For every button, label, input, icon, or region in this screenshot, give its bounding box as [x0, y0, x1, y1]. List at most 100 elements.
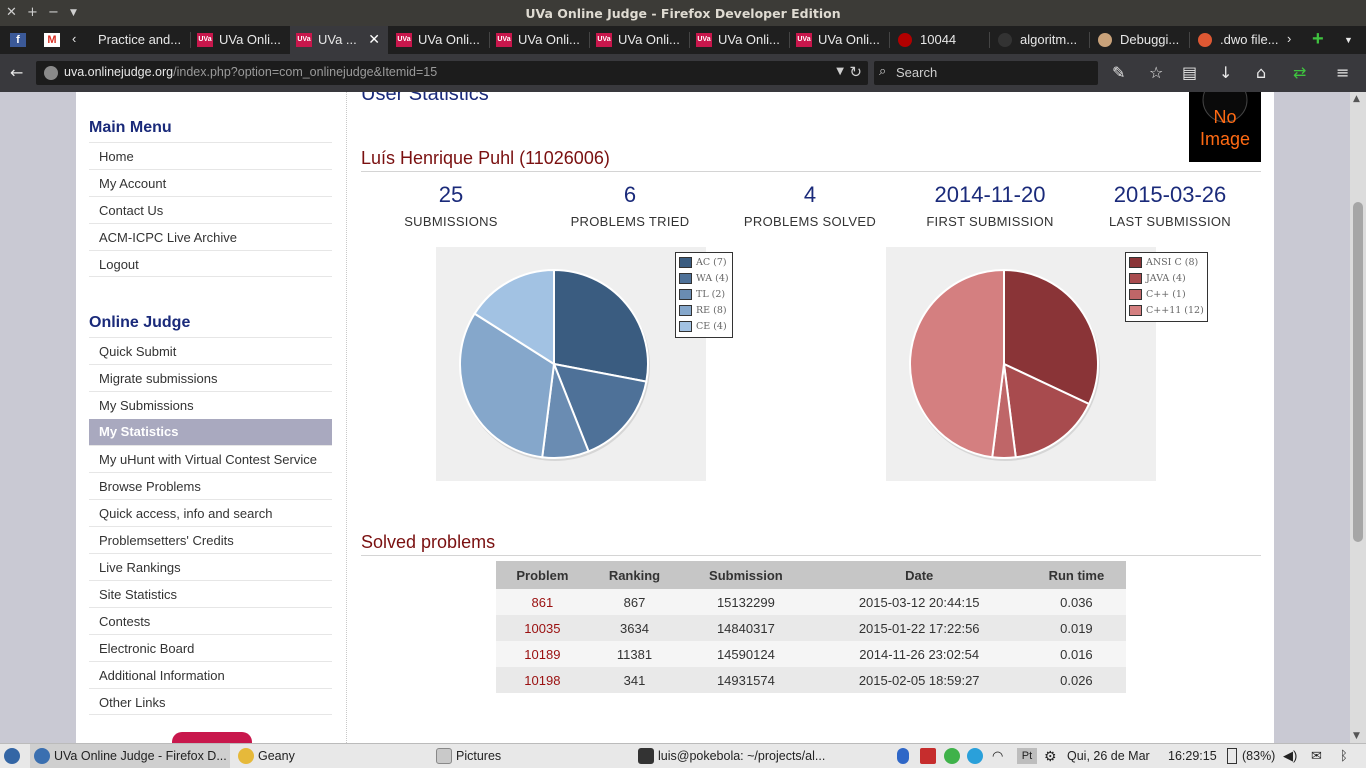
home-icon[interactable]: ⌂	[1256, 63, 1266, 83]
back-arrow-icon[interactable]: ←	[10, 63, 23, 83]
language-pie-svg	[909, 268, 1100, 461]
search-bar[interactable]: ⌕ Search	[874, 61, 1098, 85]
taskbar-item-geany[interactable]: Geany	[234, 744, 424, 768]
menu-item-logout[interactable]: Logout	[89, 250, 332, 277]
wrench-icon[interactable]: ✎	[1112, 63, 1125, 83]
page-scrollbar[interactable]: ▲ ▼	[1350, 92, 1366, 743]
tab-uva-1[interactable]: UVa UVa Onli...	[191, 26, 289, 54]
taskbar: UVa Online Judge - Firefox D... Geany Pi…	[0, 743, 1366, 768]
bluetooth-status-icon[interactable]: ᛒ	[1340, 748, 1352, 764]
tab-uva-4[interactable]: UVa UVa Onli...	[490, 26, 588, 54]
pinned-tab-facebook[interactable]: f	[6, 26, 28, 54]
new-tab-button[interactable]: +	[1308, 26, 1330, 54]
menu-item-additional-information[interactable]: Additional Information	[89, 661, 332, 688]
menu-item-contact-us[interactable]: Contact Us	[89, 196, 332, 223]
menu-item-site-statistics[interactable]: Site Statistics	[89, 580, 332, 607]
gear-icon[interactable]: ⚙	[1044, 748, 1060, 764]
submission-cell: 15132299	[680, 589, 812, 615]
ranking-cell: 11381	[588, 641, 681, 667]
problem-link[interactable]: 10198	[496, 667, 589, 693]
keyboard-layout-indicator[interactable]: Pt	[1017, 748, 1037, 764]
menu-item-other-links[interactable]: Other Links	[89, 688, 332, 715]
menu-item-my-account[interactable]: My Account	[89, 169, 332, 196]
scrollbar-thumb[interactable]	[1353, 202, 1363, 542]
bluetooth-icon[interactable]	[897, 748, 909, 764]
sync-arrows-icon[interactable]: ⇄	[1293, 63, 1306, 83]
bookmark-star-icon[interactable]: ☆	[1149, 63, 1163, 83]
menu-item-problemsetters-credits[interactable]: Problemsetters' Credits	[89, 526, 332, 553]
tab-debugging[interactable]: Debuggi...	[1092, 26, 1188, 54]
page-content: Main Menu Home My Account Contact Us ACM…	[76, 92, 1274, 743]
url-bar[interactable]: uva.onlinejudge.org/index.php?option=com…	[36, 61, 868, 85]
search-icon: ⌕	[879, 64, 887, 79]
run-time-cell: 0.016	[1026, 641, 1126, 667]
menu-item-browse-problems[interactable]: Browse Problems	[89, 472, 332, 499]
reload-icon[interactable]: ↻	[849, 63, 862, 81]
tab-practice[interactable]: Practice and...	[90, 26, 190, 54]
pinned-tab-gmail[interactable]: M	[40, 26, 62, 54]
sidebar-banner-button[interactable]	[172, 732, 252, 743]
tab-algoritm[interactable]: algoritm...	[992, 26, 1088, 54]
menu-item-my-submissions[interactable]: My Submissions	[89, 391, 332, 418]
uva-icon: UVa	[396, 33, 412, 47]
chevron-right-icon: ›	[1287, 31, 1292, 46]
problem-link[interactable]: 10035	[496, 615, 589, 641]
taskbar-item-firefox[interactable]: UVa Online Judge - Firefox D...	[30, 744, 230, 768]
verdict-pie-svg	[459, 268, 650, 461]
tab-uva-active[interactable]: UVa UVa ... ✕	[290, 26, 388, 54]
tab-list-button[interactable]: ▼	[1340, 26, 1360, 54]
tab-uva-3[interactable]: UVa UVa Onli...	[390, 26, 488, 54]
hamburger-menu-icon[interactable]: ≡	[1336, 63, 1349, 83]
volume-icon[interactable]: ◀)	[1283, 748, 1297, 764]
uva-icon: UVa	[796, 33, 812, 47]
wifi-icon[interactable]: ◠	[992, 748, 1008, 764]
menu-item-home[interactable]: Home	[89, 142, 332, 169]
taskbar-item-terminal[interactable]: luis@pokebola: ~/projects/al...	[634, 744, 884, 768]
table-header-row: Problem Ranking Submission Date Run time	[496, 561, 1126, 589]
tab-scroll-left[interactable]: ‹	[68, 26, 86, 54]
legend-entry: TL (2)	[679, 287, 729, 303]
legend-label: JAVA (4)	[1146, 273, 1186, 284]
menu-item-uhunt[interactable]: My uHunt with Virtual Contest Service	[89, 445, 332, 472]
menu-item-migrate-submissions[interactable]: Migrate submissions	[89, 364, 332, 391]
url-dropdown-icon[interactable]: ▼	[836, 66, 844, 77]
battery-icon[interactable]	[1227, 748, 1237, 764]
menu-item-live-rankings[interactable]: Live Rankings	[89, 553, 332, 580]
menu-item-my-statistics[interactable]: My Statistics	[89, 419, 332, 445]
menu-item-quick-submit[interactable]: Quick Submit	[89, 337, 332, 364]
menu-item-electronic-board[interactable]: Electronic Board	[89, 634, 332, 661]
close-tab-icon[interactable]: ✕	[368, 31, 380, 48]
telegram-icon[interactable]	[967, 748, 983, 764]
tab-uva-7[interactable]: UVa UVa Onli...	[790, 26, 888, 54]
date-display[interactable]: Qui, 26 de Mar	[1067, 748, 1150, 764]
tab-scroll-right[interactable]: ›	[1284, 26, 1300, 54]
main-content: User Statistics No Image Luís Henrique P…	[361, 92, 1261, 743]
battery-percent: (83%)	[1242, 749, 1276, 763]
check-icon[interactable]	[944, 748, 960, 764]
stat-last-submission: 2015-03-26 LAST SUBMISSION	[1108, 182, 1231, 229]
problem-link[interactable]: 861	[496, 589, 589, 615]
mail-icon[interactable]: ✉	[1311, 748, 1322, 764]
download-icon[interactable]: ↓	[1219, 63, 1232, 83]
run-time-cell: 0.019	[1026, 615, 1126, 641]
tab-dwo-file[interactable]: .dwo file...	[1192, 26, 1284, 54]
legend-swatch	[679, 321, 692, 332]
calendar-icon[interactable]	[920, 748, 936, 764]
uva-icon: UVa	[197, 33, 213, 47]
tab-uva-6[interactable]: UVa UVa Onli...	[690, 26, 788, 54]
menu-item-contests[interactable]: Contests	[89, 607, 332, 634]
terminal-icon	[638, 748, 654, 764]
start-menu-button[interactable]	[0, 744, 26, 768]
problem-link[interactable]: 10189	[496, 641, 589, 667]
verdict-legend: AC (7) WA (4) TL (2) RE (8) CE (4)	[675, 252, 733, 338]
scroll-up-icon[interactable]: ▲	[1353, 94, 1360, 104]
menu-item-quick-access[interactable]: Quick access, info and search	[89, 499, 332, 526]
taskbar-item-pictures[interactable]: Pictures	[432, 744, 632, 768]
duckduckgo-icon	[1198, 33, 1212, 47]
scroll-down-icon[interactable]: ▼	[1353, 731, 1360, 741]
tab-10044[interactable]: 10044	[892, 26, 988, 54]
reading-list-icon[interactable]: ▤	[1182, 63, 1197, 83]
tab-uva-5[interactable]: UVa UVa Onli...	[590, 26, 688, 54]
menu-item-live-archive[interactable]: ACM-ICPC Live Archive	[89, 223, 332, 250]
clock-display[interactable]: 16:29:15	[1168, 748, 1217, 764]
